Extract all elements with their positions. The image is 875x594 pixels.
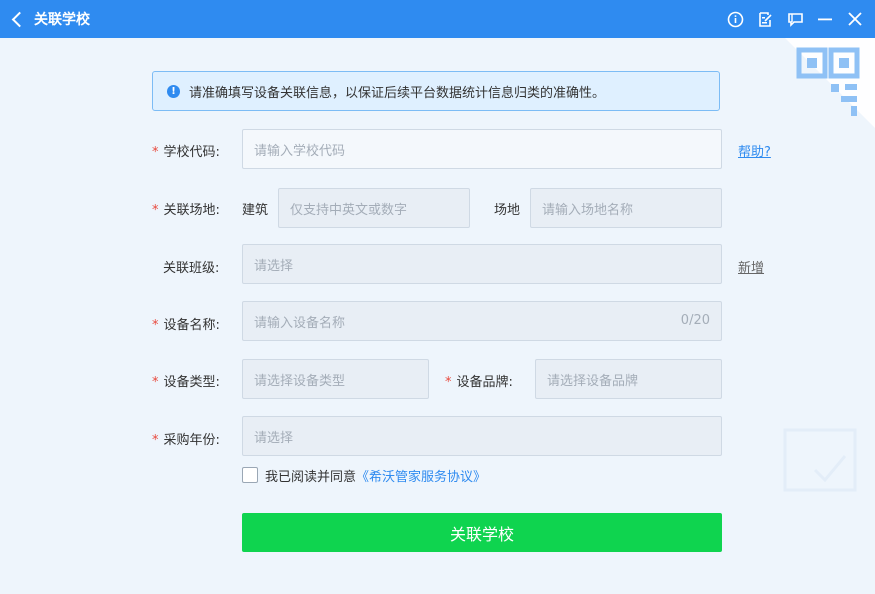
edit-icon[interactable] <box>753 7 777 31</box>
back-button[interactable]: 关联学校 <box>10 9 90 29</box>
purchase-year-label: * 采购年份: <box>152 429 220 448</box>
required-mark: * <box>152 145 159 160</box>
device-name-label: * 设备名称: <box>152 314 220 333</box>
device-brand-label-text: 设备品牌: <box>456 375 513 390</box>
help-link[interactable]: 帮助? <box>738 141 771 160</box>
class-placeholder: 请选择 <box>254 258 294 274</box>
device-type-label-text: 设备类型: <box>163 375 220 390</box>
building-input[interactable]: 仅支持中英文或数字 <box>278 188 470 228</box>
agreement-text: 我已阅读并同意《希沃管家服务协议》 <box>265 466 486 485</box>
qr-code-decoration-icon <box>785 38 875 128</box>
purchase-year-label-text: 采购年份: <box>163 433 220 448</box>
device-name-counter: 0/20 <box>680 313 710 328</box>
close-icon[interactable] <box>843 7 867 31</box>
checkmark-decoration-icon <box>775 420 865 500</box>
building-placeholder: 仅支持中英文或数字 <box>290 202 408 218</box>
notice-banner: ! 请准确填写设备关联信息，以保证后续平台数据统计信息归类的准确性。 <box>152 71 720 111</box>
required-mark: * <box>152 318 159 333</box>
agreement-prefix: 我已阅读并同意 <box>265 470 357 485</box>
site-placeholder: 请输入场地名称 <box>542 202 634 218</box>
title-bar: 关联学校 <box>0 0 875 38</box>
device-name-label-text: 设备名称: <box>163 318 220 333</box>
info-icon[interactable] <box>723 7 747 31</box>
device-type-label: * 设备类型: <box>152 371 220 390</box>
device-type-placeholder: 请选择设备类型 <box>254 373 346 389</box>
title-bar-actions <box>723 0 875 38</box>
purchase-year-placeholder: 请选择 <box>254 430 294 446</box>
service-agreement-link[interactable]: 《希沃管家服务协议》 <box>356 470 486 485</box>
link-school-button[interactable]: 关联学校 <box>242 513 722 552</box>
add-class-link[interactable]: 新增 <box>738 257 764 276</box>
minimize-icon[interactable] <box>813 7 837 31</box>
school-code-input[interactable]: 请输入学校代码 <box>242 129 722 169</box>
building-label: 建筑 <box>242 203 269 218</box>
info-icon: ! <box>167 84 180 98</box>
required-mark: * <box>152 203 159 218</box>
comment-icon[interactable] <box>783 7 807 31</box>
chevron-left-icon <box>11 11 28 27</box>
site-input[interactable]: 请输入场地名称 <box>530 188 722 228</box>
device-brand-label: * 设备品牌: <box>445 371 513 390</box>
school-code-label: * 学校代码: <box>152 141 220 160</box>
venue-label-text: 关联场地: <box>163 203 220 218</box>
device-brand-placeholder: 请选择设备品牌 <box>547 373 639 389</box>
school-code-label-text: 学校代码: <box>163 145 220 160</box>
school-code-placeholder: 请输入学校代码 <box>254 143 346 159</box>
required-mark: * <box>445 375 452 390</box>
device-name-input[interactable]: 请输入设备名称 0/20 <box>242 301 722 341</box>
purchase-year-select[interactable]: 请选择 <box>242 416 722 456</box>
required-mark: * <box>152 375 159 390</box>
venue-label: * 关联场地: <box>152 199 220 218</box>
device-type-select[interactable]: 请选择设备类型 <box>242 359 429 399</box>
class-label: 关联班级: <box>163 261 220 276</box>
device-name-placeholder: 请输入设备名称 <box>254 315 346 331</box>
agreement-checkbox[interactable] <box>242 467 258 483</box>
window-title: 关联学校 <box>34 12 90 28</box>
class-select[interactable]: 请选择 <box>242 244 722 284</box>
device-brand-select[interactable]: 请选择设备品牌 <box>535 359 722 399</box>
site-label: 场地 <box>494 203 521 218</box>
required-mark: * <box>152 433 159 448</box>
notice-text: 请准确填写设备关联信息，以保证后续平台数据统计信息归类的准确性。 <box>189 85 606 101</box>
